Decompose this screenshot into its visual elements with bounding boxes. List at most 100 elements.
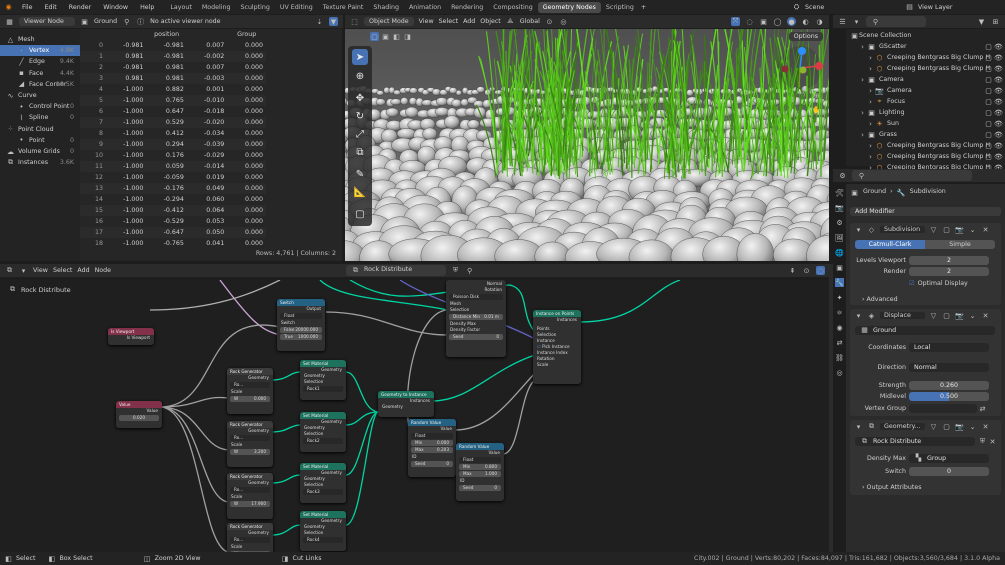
close-icon[interactable]: ✕ (981, 225, 990, 234)
edit-mode-icon[interactable]: ▽ (929, 311, 938, 320)
render-visibility-icon[interactable]: ▢ (984, 75, 993, 84)
blender-logo-icon[interactable]: ◉ (4, 3, 13, 12)
select-invert-icon[interactable]: ◨ (403, 32, 412, 41)
measure-tool-icon[interactable]: 📐 (352, 184, 368, 200)
menu-render[interactable]: Render (69, 4, 91, 11)
switch-field[interactable]: 0 (909, 467, 989, 476)
viewer-node-select[interactable]: Viewer Node (19, 17, 75, 26)
distance-min-field[interactable]: Distance Min 0.01 m (449, 314, 503, 320)
render-visibility-icon[interactable]: ▢ (984, 141, 993, 150)
render-visibility-icon[interactable]: ▢ (984, 42, 993, 51)
add-workspace-button[interactable]: + (641, 4, 646, 11)
add-modifier-button[interactable]: Add Modifier (850, 207, 1001, 216)
properties-tab-icon[interactable]: ✦ (835, 293, 844, 302)
domain-item[interactable]: ⧉ Instances 3.6K (0, 157, 80, 168)
visibility-icon[interactable]: 👁 (994, 86, 1003, 95)
pin-icon[interactable]: ⚲ (122, 17, 131, 26)
visibility-icon[interactable]: 👁 (994, 152, 1003, 161)
node-editor-canvas[interactable]: ⧉ Rock Distribute Is Viewport Is Viewpor… (0, 280, 830, 552)
rock-generator-node[interactable]: Rock Generator Geometry Ro... Scale W 3.200 (227, 421, 273, 467)
viewport-menu-select[interactable]: Select (439, 18, 458, 25)
material-select[interactable]: Rock1 (303, 386, 343, 392)
select-extend-icon[interactable]: ▣ (381, 32, 390, 41)
node-tree-select[interactable]: ⧉ Rock Distribute (346, 265, 447, 276)
modifier-name[interactable]: Geometry... (880, 423, 925, 430)
modifier-header[interactable]: ▾ ◈ Displace ▽ ▢ 📷 ⌄ ✕ (854, 311, 990, 320)
gizmo-icon[interactable]: ⤧ (731, 17, 740, 26)
collapse-icon[interactable]: ▾ (854, 422, 863, 431)
filter-icon[interactable]: ▼ (977, 17, 986, 26)
render-visibility-icon[interactable]: ▢ (984, 130, 993, 139)
visibility-icon[interactable]: 👁 (994, 75, 1003, 84)
properties-search[interactable]: ⚲ (852, 170, 972, 181)
density-max-field[interactable]: ▚ Group (909, 454, 989, 463)
render-icon[interactable]: 📷 (955, 225, 964, 234)
type-select[interactable]: Float (411, 433, 453, 439)
workspace-tab[interactable]: Modeling (197, 2, 236, 13)
outliner-item[interactable]: › ▣ Grass 👁 ▢ (858, 129, 1005, 140)
domain-item[interactable]: • Point 0 (0, 135, 80, 146)
node-tree-type-icon[interactable]: ▾ (19, 266, 28, 275)
node-menu-add[interactable]: Add (77, 267, 89, 274)
transform-tool-icon[interactable]: ⧉ (352, 144, 368, 160)
scene-collection-row[interactable]: ▣ Scene Collection (850, 30, 911, 41)
expand-icon[interactable]: › (858, 42, 867, 51)
vertex-group-field[interactable] (909, 404, 977, 413)
midlevel-slider[interactable]: 0.500 (909, 392, 989, 401)
visibility-icon[interactable]: 👁 (994, 130, 1003, 139)
domain-item[interactable]: ◢ Face Corner 18.5K (0, 79, 80, 90)
outliner-item[interactable]: › 📷 Camera 👁 ▢ (866, 85, 1005, 96)
geometry-to-instance-node[interactable]: Geometry to Instance Instances Geometry (378, 391, 434, 417)
domain-item[interactable]: ∿ Curve (0, 90, 80, 101)
render-visibility-icon[interactable]: ▢ (984, 97, 993, 106)
parent-node-tree-icon[interactable]: ⇞ (788, 266, 797, 275)
domain-item[interactable]: • Control Point 0 (0, 101, 80, 112)
render-visibility-icon[interactable]: ▢ (984, 152, 993, 161)
viewport-menu-view[interactable]: View (419, 18, 434, 25)
material-select[interactable]: Rock2 (303, 438, 343, 444)
properties-tab-icon[interactable]: ⛓ (835, 353, 844, 362)
properties-tab-icon[interactable]: 🖼 (835, 233, 844, 242)
expand-icon[interactable]: › (866, 64, 875, 73)
orientation-select[interactable]: Global (520, 18, 540, 25)
object-mode-select[interactable]: Object Mode (364, 17, 414, 26)
add-cube-tool-icon[interactable]: ▢ (352, 206, 368, 222)
group-select[interactable]: Ro... (230, 435, 270, 441)
viewport-display-icon[interactable]: ▢ (942, 311, 951, 320)
workspace-tab[interactable]: Animation (404, 2, 446, 13)
false-field[interactable]: False 20000.000 (280, 327, 322, 333)
distribute-method-select[interactable]: Poisson Disk (449, 294, 503, 300)
visibility-icon[interactable]: 👁 (994, 141, 1003, 150)
domain-item[interactable]: ☁ Volume Grids 0 (0, 146, 80, 157)
visibility-icon[interactable]: 👁 (994, 119, 1003, 128)
properties-tab-icon[interactable]: ⇄ (835, 338, 844, 347)
snap-icon[interactable]: ⊙ (545, 17, 554, 26)
seed-field[interactable]: Seed 0 (459, 485, 501, 491)
render-icon[interactable]: 📷 (955, 422, 964, 431)
seed-field[interactable]: Seed 0 (411, 461, 453, 467)
outliner-search[interactable]: ⚲ (866, 16, 926, 27)
select-subtract-icon[interactable]: ◧ (392, 32, 401, 41)
levels-viewport-field[interactable]: 2 (909, 256, 989, 265)
visibility-icon[interactable]: 👁 (994, 42, 1003, 51)
set-material-node[interactable]: Set Material Geometry Geometry Selection Roc… (300, 412, 346, 452)
group-select[interactable]: Ro... (230, 487, 270, 493)
select-new-icon[interactable]: ▢ (370, 32, 379, 41)
catmull-clark-button[interactable]: Catmull-Clark (855, 240, 925, 249)
workspace-tab[interactable]: Compositing (488, 2, 537, 13)
group-select[interactable]: Ro... (230, 382, 270, 388)
domain-item[interactable]: △ Mesh (0, 34, 80, 45)
new-collection-icon[interactable]: ⊞ (991, 17, 1000, 26)
output-attributes-subpanel[interactable]: › Output Attributes (862, 484, 922, 491)
editor-type-icon[interactable]: ▦ (5, 17, 14, 26)
outliner-item[interactable]: › ☀ Sun 👁 ▢ (866, 118, 1005, 129)
render-visibility-icon[interactable]: ▢ (984, 108, 993, 117)
render-levels-field[interactable]: 2 (909, 267, 989, 276)
expand-icon[interactable]: › (858, 130, 867, 139)
dropdown-icon[interactable]: ⌄ (968, 225, 977, 234)
outliner-item[interactable]: › ⬡ Creeping Bentgrass Big Clump H 👁 ▢ (866, 140, 1005, 151)
fake-user-icon[interactable]: ⛨ (451, 266, 460, 275)
collapse-icon[interactable]: ▾ (854, 311, 863, 320)
properties-tab-icon[interactable]: ⚙ (835, 218, 844, 227)
node-menu-node[interactable]: Node (95, 267, 111, 274)
